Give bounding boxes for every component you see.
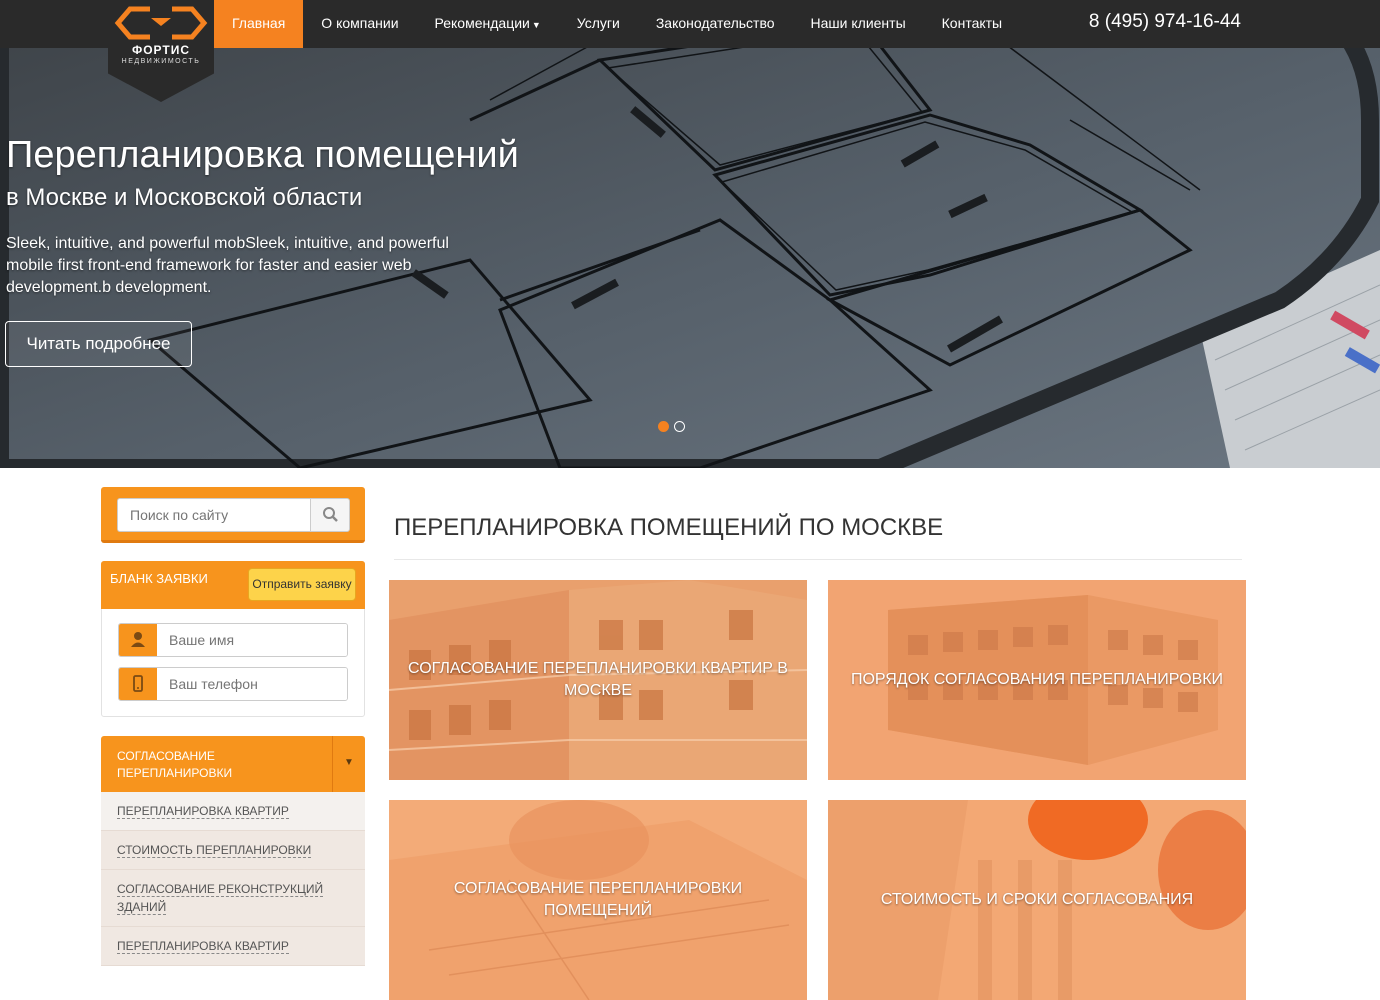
sidebar-item-replanning-cost[interactable]: СТОИМОСТЬ ПЕРЕПЛАНИРОВКИ (101, 831, 365, 870)
slider-dots (658, 421, 685, 432)
search-button[interactable] (310, 498, 350, 532)
request-form: БЛАНК ЗАЯВКИ Отправить заявку (101, 561, 365, 717)
header-phone[interactable]: 8 (495) 974-16-44 (1089, 0, 1241, 44)
nav-legislation-label: Законодательство (655, 15, 775, 31)
logo-name: ФОРТИС (131, 43, 191, 57)
tile-label: СОГЛАСОВАНИЕ ПЕРЕПЛАНИРОВКИ КВАРТИР В МО… (408, 660, 788, 699)
sidebar-item-label: СОГЛАСОВАНИЕ РЕКОНСТРУКЦИЙ ЗДАНИЙ (117, 882, 324, 915)
page-title: ПЕРЕПЛАНИРОВКА ПОМЕЩЕНИЙ ПО МОСКВЕ (394, 514, 944, 541)
nav-contacts-label: Контакты (941, 15, 1003, 31)
nav-about-label: О компании (321, 15, 399, 31)
search-input[interactable] (117, 498, 310, 532)
logo-mark-icon (114, 6, 208, 40)
nav-services-label: Услуги (576, 15, 620, 31)
sidebar-menu-heading-label: СОГЛАСОВАНИЕ ПЕРЕПЛАНИРОВКИ (117, 749, 233, 780)
nav-recommendations-label: Рекомендации (434, 15, 530, 31)
sidebar-item-label: ПЕРЕПЛАНИРОВКА КВАРТИР (117, 939, 289, 954)
nav-contacts[interactable]: Контакты (924, 0, 1020, 48)
hero-description: Sleek, intuitive, and powerful mobSleek,… (6, 235, 449, 296)
sidebar-item-apartment-replanning-2[interactable]: ПЕРЕПЛАНИРОВКА КВАРТИР (101, 927, 365, 966)
nav-home-label: Главная (232, 15, 286, 31)
phone-field (118, 667, 348, 701)
name-field (118, 623, 348, 657)
send-request-button[interactable]: Отправить заявку (248, 568, 356, 601)
nav-clients-label: Наши клиенты (810, 15, 906, 31)
nav-recommendations[interactable]: Рекомендации ▼ (417, 0, 559, 48)
caret-down-icon[interactable]: ▼ (333, 736, 365, 792)
tile-approval-procedure[interactable]: ПОРЯДОК СОГЛАСОВАНИЯ ПЕРЕПЛАНИРОВКИ (828, 580, 1246, 780)
divider (394, 559, 1242, 560)
sidebar-item-reconstruction-approval[interactable]: СОГЛАСОВАНИЕ РЕКОНСТРУКЦИЙ ЗДАНИЙ (101, 870, 365, 927)
nav-services[interactable]: Услуги (559, 0, 638, 48)
phone-input[interactable] (157, 668, 347, 700)
slider-dot-1[interactable] (658, 421, 669, 432)
user-icon (119, 624, 157, 656)
sidebar-item-apartment-replanning[interactable]: ПЕРЕПЛАНИРОВКА КВАРТИР (101, 792, 365, 831)
tile-label: ПОРЯДОК СОГЛАСОВАНИЯ ПЕРЕПЛАНИРОВКИ (850, 671, 1224, 688)
sidebar-item-label: ПЕРЕПЛАНИРОВКА КВАРТИР (117, 804, 289, 819)
hero-title: Перепланировка помещений (6, 134, 519, 176)
tile-cost-and-terms[interactable]: СТОИМОСТЬ И СРОКИ СОГЛАСОВАНИЯ (828, 800, 1246, 1000)
tile-label: СОГЛАСОВАНИЕ ПЕРЕПЛАНИРОВКИ ПОМЕЩЕНИЙ (453, 880, 743, 919)
sidebar-menu: ПЕРЕПЛАНИРОВКА КВАРТИР СТОИМОСТЬ ПЕРЕПЛА… (101, 792, 365, 966)
sidebar-item-label: СТОИМОСТЬ ПЕРЕПЛАНИРОВКИ (117, 843, 312, 858)
search-panel (101, 487, 365, 543)
slider-dot-2[interactable] (674, 421, 685, 432)
hero-subtitle: в Москве и Московской области (6, 184, 363, 211)
read-more-button[interactable]: Читать подробнее (5, 321, 192, 367)
search-icon (323, 507, 338, 522)
nav-home[interactable]: Главная (214, 0, 304, 48)
nav-clients[interactable]: Наши клиенты (793, 0, 924, 48)
main-nav: Главная О компании Рекомендации ▼ Услуги … (214, 0, 1020, 48)
tile-apartment-approval[interactable]: СОГЛАСОВАНИЕ ПЕРЕПЛАНИРОВКИ КВАРТИР В МО… (389, 580, 807, 780)
tile-label: СТОИМОСТЬ И СРОКИ СОГЛАСОВАНИЯ (880, 891, 1194, 908)
mobile-phone-icon (119, 668, 157, 700)
request-form-header: БЛАНК ЗАЯВКИ Отправить заявку (101, 561, 365, 609)
caret-down-icon: ▼ (531, 20, 541, 30)
sidebar-menu-heading[interactable]: СОГЛАСОВАНИЕ ПЕРЕПЛАНИРОВКИ ▼ (101, 736, 365, 792)
nav-legislation[interactable]: Законодательство (638, 0, 793, 48)
nav-about[interactable]: О компании (303, 0, 416, 48)
name-input[interactable] (157, 624, 347, 656)
request-form-title: БЛАНК ЗАЯВКИ (110, 571, 208, 586)
tile-premises-approval[interactable]: СОГЛАСОВАНИЕ ПЕРЕПЛАНИРОВКИ ПОМЕЩЕНИЙ (389, 800, 807, 1000)
logo-subtitle: НЕДВИЖИМОСТЬ (121, 58, 201, 65)
